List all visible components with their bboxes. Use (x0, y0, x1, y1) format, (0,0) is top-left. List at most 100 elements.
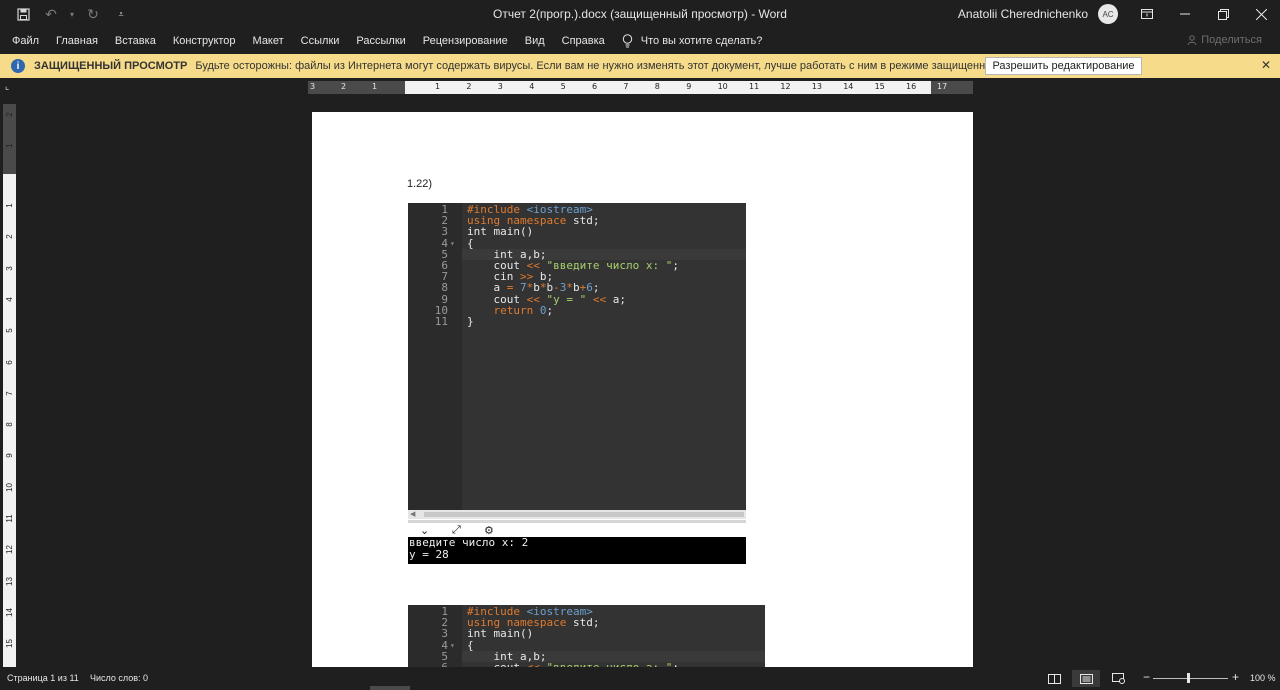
ruler-number: 14 (843, 82, 854, 91)
tab-review[interactable]: Рецензирование (423, 35, 508, 47)
code-line: 10 return 0; (408, 305, 746, 316)
tab-design[interactable]: Конструктор (173, 35, 236, 47)
ruler-bar: 3 2 1 1 2 3 4 5 6 7 8 9 10 11 12 13 14 15 16 17 (308, 81, 973, 94)
web-layout-icon[interactable] (1104, 670, 1132, 687)
tab-layout[interactable]: Макет (253, 35, 284, 47)
console-line: введите число x: 2 (409, 536, 529, 549)
code-line: 2 using namespace std; (408, 215, 746, 226)
tell-me-box[interactable]: Что вы хотите сделать? (622, 34, 763, 48)
user-name: Anatolii Cherednichenko (957, 7, 1088, 21)
ruler-number: 13 (811, 82, 822, 91)
zoom-in-icon[interactable]: + (1232, 670, 1239, 684)
console-output: введите число x: 2y = 28 (408, 537, 746, 564)
status-bar: Страница 1 из 11 Число слов: 0 − + 100 % (0, 667, 1280, 690)
save-icon[interactable] (12, 3, 34, 25)
tab-file[interactable]: Файл (12, 35, 39, 47)
tab-mailings[interactable]: Рассылки (356, 35, 405, 47)
zoom-knob[interactable] (1187, 673, 1190, 683)
code-line: 9 cout << "y = " << a; (408, 294, 746, 305)
ribbon-display-options-icon[interactable] (1128, 0, 1166, 28)
ruler-number: 15 (874, 82, 885, 91)
line-number: 11 (434, 315, 448, 328)
tab-insert[interactable]: Вставка (115, 35, 156, 47)
user-account[interactable]: Anatolii Cherednichenko AC (958, 0, 1118, 28)
avatar[interactable]: AC (1098, 4, 1118, 24)
zoom-slider[interactable]: − + (1143, 670, 1239, 684)
task-label: 1.22) (407, 178, 433, 190)
zoom-out-icon[interactable]: − (1143, 670, 1150, 684)
code-line: 4 ▾{ (408, 238, 746, 249)
horizontal-scroll-thumb[interactable] (370, 686, 410, 690)
close-icon[interactable] (1242, 0, 1280, 28)
enable-editing-button[interactable]: Разрешить редактирование (985, 57, 1142, 75)
console-toolbar: ⌄ ⤢ ⚙ (408, 520, 746, 537)
code-line: 3 int main() (408, 628, 765, 639)
horizontal-ruler[interactable]: ⌞ 3 2 1 1 2 3 4 5 6 7 8 9 10 11 12 13 14 15 16 17 (0, 78, 1280, 96)
ruler-number: 5 (5, 328, 14, 333)
tab-help[interactable]: Справка (562, 35, 605, 47)
ruler-number: 7 (623, 82, 629, 91)
share-button[interactable]: Поделиться (1187, 34, 1262, 46)
line-number: 8 (441, 281, 448, 295)
ribbon-tabs: Файл Главная Вставка Конструктор Макет С… (0, 28, 1280, 54)
page-counter[interactable]: Страница 1 из 11 (7, 673, 79, 683)
horizontal-scrollbar: ◀ (408, 510, 746, 519)
person-icon (1187, 35, 1197, 45)
print-layout-icon[interactable] (1072, 670, 1100, 687)
customize-qat-icon[interactable]: ⩡ (110, 3, 132, 25)
ruler-number: 12 (780, 82, 791, 91)
code-screenshot-1: 1 #include <iostream> 2 using namespace std… (408, 203, 746, 510)
fold-icon: ▾ (450, 238, 455, 248)
ruler-number: 3 (497, 82, 503, 91)
tab-references[interactable]: Ссылки (301, 35, 340, 47)
line-number: 3 (441, 225, 448, 239)
ruler-number: 7 (5, 391, 14, 396)
zoom-track (1153, 678, 1228, 679)
tab-selector-icon[interactable]: ⌞ (5, 82, 14, 91)
word-count[interactable]: Число слов: 0 (90, 673, 148, 683)
code-line: 2 using namespace std; (408, 617, 765, 628)
ruler-number: 3 (310, 82, 316, 91)
restore-icon[interactable] (1204, 0, 1242, 28)
ruler-number: 14 (5, 607, 14, 617)
undo-dropdown-icon[interactable]: ▾ (68, 3, 76, 25)
ruler-number: 2 (5, 234, 14, 240)
code-screenshot-2: 1 #include <iostream> 2 using namespace std… (408, 605, 765, 667)
code-line: 3 int main() (408, 226, 746, 237)
vertical-ruler[interactable]: 2 1 1 2 3 4 5 6 7 8 9 10 11 12 13 14 15 (3, 104, 16, 667)
ruler-number: 15 (5, 639, 14, 649)
protected-view-message: Будьте осторожны: файлы из Интернета мог… (195, 60, 1062, 72)
ruler-number: 1 (5, 143, 14, 148)
code-line: 4 ▾{ (408, 640, 765, 651)
quick-access-toolbar: ↶ ▾ ↻ ⩡ (0, 3, 132, 25)
fold-icon: ▾ (450, 640, 455, 650)
undo-icon[interactable]: ↶ (40, 3, 62, 25)
code-line: 6 cout << "введите число x: "; (408, 260, 746, 271)
tab-view[interactable]: Вид (525, 35, 545, 47)
code-line: 11} (408, 316, 746, 327)
tab-home[interactable]: Главная (56, 35, 98, 47)
code-text: return 0; (493, 303, 554, 317)
minimize-icon[interactable] (1166, 0, 1204, 28)
ruler-number: 11 (5, 514, 14, 523)
close-message-bar-icon[interactable]: ✕ (1261, 58, 1271, 72)
ruler-number: 9 (686, 82, 692, 91)
console-line: y = 28 (409, 548, 449, 561)
ruler-number: 10 (717, 82, 728, 91)
ruler-number: 1 (5, 203, 14, 208)
share-label: Поделиться (1201, 34, 1262, 46)
redo-icon[interactable]: ↻ (82, 3, 104, 25)
document-canvas[interactable]: 1.22) 1 #include <iostream> 2 using namespa… (18, 96, 1280, 667)
document-page[interactable]: 1.22) 1 #include <iostream> 2 using namespa… (312, 112, 973, 667)
zoom-level[interactable]: 100 % (1250, 673, 1276, 683)
read-mode-icon[interactable] (1040, 670, 1068, 687)
scroll-left-icon: ◀ (410, 511, 416, 518)
lightbulb-icon (622, 34, 632, 48)
ruler-number: 6 (592, 82, 598, 91)
protected-view-title: ЗАЩИЩЕННЫЙ ПРОСМОТР (34, 60, 188, 72)
ruler-number: 11 (749, 82, 760, 91)
ruler-number: 13 (5, 576, 14, 586)
ruler-number: 5 (560, 82, 566, 91)
tell-me-text: Что вы хотите сделать? (640, 35, 763, 47)
ruler-number: 8 (5, 422, 14, 427)
